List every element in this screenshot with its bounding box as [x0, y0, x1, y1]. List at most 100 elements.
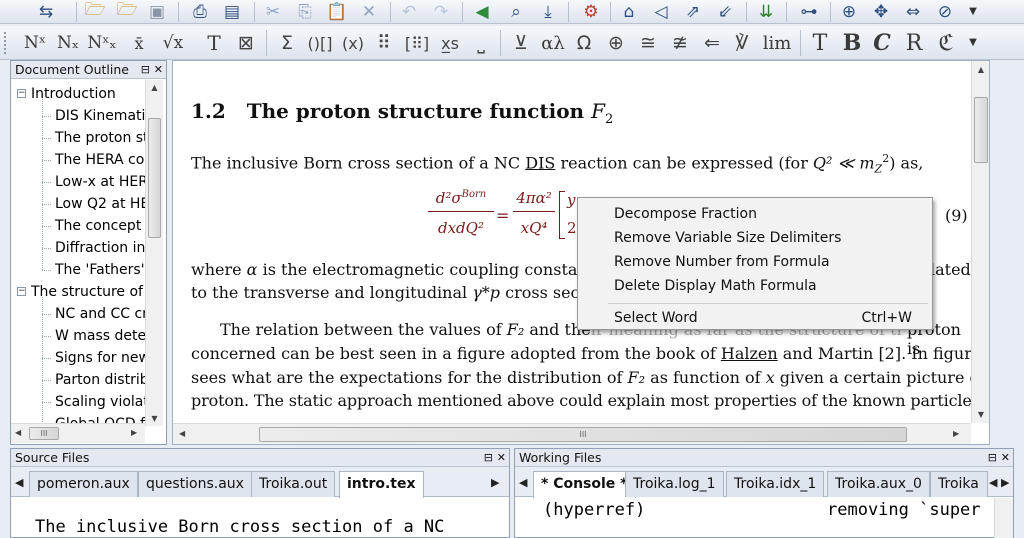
outline-item[interactable]: Scaling violat: [11, 391, 153, 413]
open-recent-icon[interactable]: 🗁: [114, 0, 140, 23]
text-button[interactable]: T: [200, 30, 228, 56]
toolbar-grip[interactable]: [4, 32, 7, 54]
underset-button[interactable]: x̲s: [436, 30, 464, 56]
relations-button[interactable]: ≅: [634, 30, 662, 56]
tab-scroll-left-icon[interactable]: ◀: [519, 476, 527, 489]
tab-troika-aux[interactable]: Troika.aux_0: [827, 471, 930, 497]
tab-console[interactable]: * Console *: [533, 471, 636, 498]
fit-width-icon[interactable]: ⇔: [900, 0, 926, 23]
negated-relations-button[interactable]: ≇: [666, 30, 694, 56]
tab-scroll-right-icon[interactable]: ▶: [491, 476, 499, 489]
back-icon[interactable]: ◀: [468, 0, 496, 23]
outline-item[interactable]: The proton st: [11, 127, 153, 149]
paragraph-line-6[interactable]: sees what are the expectations for the d…: [191, 368, 989, 387]
tab-questions-aux[interactable]: questions.aux: [138, 471, 252, 497]
paragraph-line-3[interactable]: to the transverse and longitudinal γ*p c…: [191, 283, 601, 302]
zoom-in-icon[interactable]: ⊕: [836, 0, 862, 23]
menu-item-remove-delimiters[interactable]: Remove Variable Size Delimiters: [614, 227, 841, 249]
space-button[interactable]: ⎵: [468, 30, 494, 56]
tab-intro-tex[interactable]: intro.tex: [339, 471, 424, 498]
fraktur-button[interactable]: ℭ: [932, 30, 960, 56]
box-button[interactable]: ⊠: [232, 30, 260, 56]
subscript-button[interactable]: Nₓ: [53, 30, 83, 56]
eq-lhs-denominator[interactable]: dxdQ²: [428, 219, 494, 237]
superscript-button[interactable]: Nˣ: [20, 30, 50, 56]
close-icon[interactable]: ✕: [1001, 449, 1010, 466]
tab-pomeron-aux[interactable]: pomeron.aux: [29, 471, 138, 497]
redo-icon[interactable]: ↷: [428, 0, 454, 23]
tab-troika-log[interactable]: Troika.log_1: [625, 471, 724, 497]
tab-troika-out[interactable]: Troika.out: [251, 471, 336, 497]
doc-scroll-right-icon[interactable]: ▶: [953, 429, 959, 438]
outline-item[interactable]: The 'Fathers': [11, 259, 153, 281]
outline-scroll-thumb[interactable]: [148, 118, 161, 238]
section-heading[interactable]: 1.2 The proton structure function F2: [191, 99, 613, 127]
close-icon[interactable]: ✕: [497, 449, 506, 466]
tab-troika[interactable]: Troika: [930, 471, 988, 497]
undo-icon[interactable]: ↶: [396, 0, 422, 23]
document-scroll-thumb[interactable]: [974, 97, 988, 163]
inline-math-x[interactable]: x: [766, 368, 775, 387]
scroll-up-icon[interactable]: ▲: [146, 83, 163, 92]
eq-lhs-numerator[interactable]: d²σBorn: [428, 189, 494, 207]
math-toolbar-overflow-icon[interactable]: ▼: [966, 26, 980, 59]
tools-icon[interactable]: ⚙: [576, 0, 606, 23]
inline-math[interactable]: Q² ≪ m: [813, 153, 875, 172]
source-editor-content[interactable]: The inclusive Born cross section of a NC: [35, 517, 444, 537]
collapse-icon[interactable]: −: [17, 287, 26, 296]
outline-item[interactable]: Low-x at HER: [11, 171, 153, 193]
binary-ops-button[interactable]: ⊕: [602, 30, 630, 56]
scroll-left-icon[interactable]: ◀: [15, 428, 21, 437]
paragraph-line-2[interactable]: where α is the electromagnetic coupling …: [191, 260, 594, 279]
bold-style-button[interactable]: B: [838, 30, 866, 56]
roman-button[interactable]: R: [900, 30, 928, 56]
find-icon[interactable]: ⌕: [502, 0, 530, 23]
compile-icon[interactable]: ⇊: [752, 0, 780, 23]
delimiters-button[interactable]: ()[]: [304, 30, 336, 56]
link-icon[interactable]: ⊶: [794, 0, 824, 23]
move-icon[interactable]: ✥: [868, 0, 894, 23]
bracket-matrix-button[interactable]: [⠿]: [402, 30, 432, 56]
operators-button[interactable]: ⊻: [506, 30, 536, 56]
outline-item[interactable]: − The structure of: [11, 281, 153, 303]
outline-item[interactable]: Diffraction in: [11, 237, 153, 259]
document-hscrollbar[interactable]: ◀ III ▶: [173, 423, 971, 444]
outline-item[interactable]: DIS Kinemati: [11, 105, 153, 127]
halzen-link[interactable]: Halzen: [721, 344, 778, 363]
document-vscrollbar[interactable]: ▲ ▼: [971, 61, 989, 423]
outline-item[interactable]: NC and CC cr: [11, 303, 153, 325]
outline-item[interactable]: Low Q2 at HE: [11, 193, 153, 215]
float-icon[interactable]: ⊟: [988, 449, 997, 466]
outline-item[interactable]: Parton distrib: [11, 369, 153, 391]
outline-vscrollbar[interactable]: ▲ ▼: [145, 80, 163, 426]
float-icon[interactable]: ⊟: [484, 449, 493, 466]
document-hscroll-thumb[interactable]: III: [259, 427, 907, 442]
menu-item-decompose-fraction[interactable]: Decompose Fraction: [614, 203, 757, 225]
outline-hscroll-thumb[interactable]: III: [29, 427, 59, 440]
tab-scroll-right-icon[interactable]: ▶: [1001, 476, 1009, 489]
tab-scroll-left-icon[interactable]: ◀: [989, 476, 997, 489]
toolbar-overflow-icon[interactable]: ▼: [966, 0, 980, 23]
goto-icon[interactable]: ⤓: [534, 0, 562, 23]
arrows-button[interactable]: ⇐: [698, 30, 726, 56]
matrix-button[interactable]: ⠿: [370, 30, 398, 56]
paragraph-line-5[interactable]: concerned can be best seen in a figure a…: [191, 344, 989, 363]
inline-math-gamma[interactable]: γ*p: [472, 283, 500, 302]
float-icon[interactable]: ⊟: [141, 61, 150, 78]
misc-symbols-button[interactable]: ℣: [728, 30, 756, 56]
calligraphic-button[interactable]: C: [868, 30, 896, 56]
inline-math-alpha[interactable]: α: [247, 260, 258, 279]
dis-link[interactable]: DIS: [525, 153, 555, 172]
cut-icon[interactable]: ✂: [260, 0, 286, 23]
fraction-button[interactable]: x̄: [126, 30, 152, 56]
inline-math-f2[interactable]: F₂: [507, 320, 525, 339]
sub-superscript-button[interactable]: Nˣₓ: [86, 30, 118, 56]
navigate-icon[interactable]: ⇆: [22, 0, 70, 23]
outline-item[interactable]: The HERA col: [11, 149, 153, 171]
sqrt-button[interactable]: √x: [156, 30, 190, 56]
outline-item[interactable]: − Introduction: [11, 83, 153, 105]
scroll-down-icon[interactable]: ▼: [146, 414, 163, 423]
outline-item[interactable]: W mass deter: [11, 325, 153, 347]
greek-lower-button[interactable]: αλ: [538, 30, 568, 56]
print-icon[interactable]: ⎙: [186, 0, 214, 23]
